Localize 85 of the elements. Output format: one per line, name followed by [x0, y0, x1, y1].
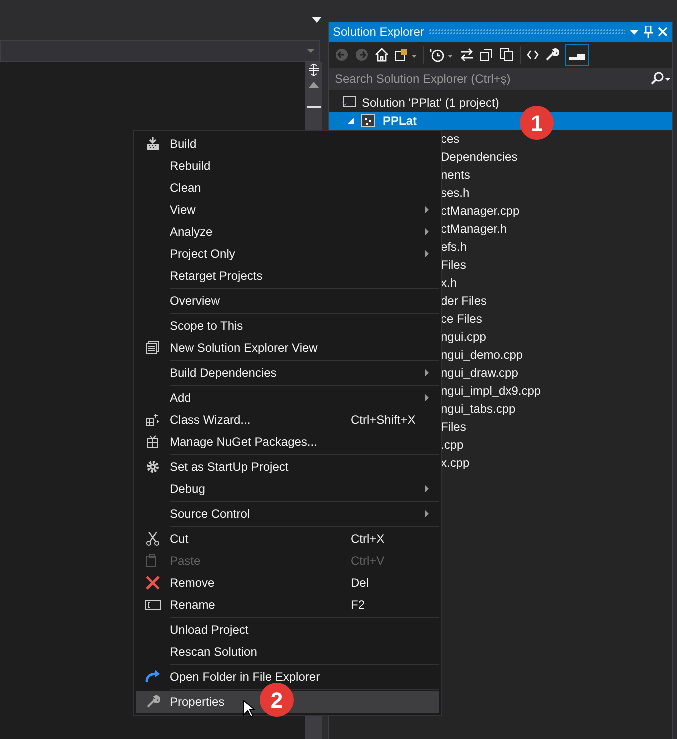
- menu-item[interactable]: Manage NuGet Packages...: [136, 431, 439, 453]
- tree-item[interactable]: ngui_tabs.cpp: [441, 400, 516, 418]
- mouse-cursor-icon: [243, 700, 255, 718]
- tree-item[interactable]: Files: [441, 418, 466, 436]
- menu-item[interactable]: Retarget Projects: [136, 265, 439, 287]
- scroll-up-icon[interactable]: [308, 82, 318, 88]
- menu-item[interactable]: Overview: [136, 290, 439, 312]
- tree-item[interactable]: .cpp: [441, 436, 464, 454]
- history-clock-icon[interactable]: [430, 48, 454, 62]
- menu-item[interactable]: Clean: [136, 177, 439, 199]
- menu-item[interactable]: Remove Del: [136, 572, 439, 594]
- menu-item[interactable]: New Solution Explorer View: [136, 337, 439, 359]
- tree-item[interactable]: ngui_draw.cpp: [441, 364, 518, 382]
- gear-icon: [146, 460, 160, 474]
- class-wizard-icon: [146, 413, 160, 427]
- tree-item[interactable]: efs.h: [441, 238, 468, 256]
- menu-item[interactable]: Add: [136, 387, 439, 409]
- search-box[interactable]: Search Solution Explorer (Ctrl+ş): [329, 68, 672, 90]
- submenu-arrow-icon: [425, 228, 429, 236]
- menu-item[interactable]: Project Only: [136, 243, 439, 265]
- show-all-files-icon[interactable]: [500, 48, 514, 62]
- menu-item[interactable]: Debug: [136, 478, 439, 500]
- wrench-icon[interactable]: [545, 48, 559, 62]
- submenu-arrow-icon: [425, 484, 429, 493]
- menu-item[interactable]: Build Dependencies: [136, 362, 439, 384]
- dropdown-caret-icon[interactable]: [312, 17, 322, 23]
- tree-item[interactable]: Dependencies: [441, 148, 518, 166]
- menu-item[interactable]: Cut Ctrl+X: [136, 528, 439, 550]
- tree-item[interactable]: ses.h: [441, 184, 470, 202]
- preview-toggle[interactable]: [565, 44, 589, 66]
- tree-item[interactable]: x.h: [441, 274, 458, 292]
- tree-item[interactable]: nents: [441, 166, 470, 184]
- curved-arrow-icon: [145, 670, 161, 684]
- tree-item[interactable]: ctManager.cpp: [441, 202, 520, 220]
- shortcut-label: Ctrl+Shift+X: [351, 413, 416, 427]
- window-list-icon: [146, 341, 160, 355]
- switch-views-icon[interactable]: [395, 48, 417, 62]
- search-field[interactable]: Search Solution Explorer (Ctrl+ş): [329, 70, 650, 88]
- tree-item[interactable]: der Files: [441, 292, 488, 310]
- rename-icon: [145, 599, 161, 611]
- tree-item[interactable]: x.cpp: [441, 454, 470, 472]
- tree-item[interactable]: ctManager.h: [441, 220, 508, 238]
- submenu-arrow-icon: [425, 368, 429, 377]
- menu-item[interactable]: Source Control: [136, 503, 439, 525]
- menu-item[interactable]: View: [136, 199, 439, 221]
- code-icon[interactable]: [527, 50, 539, 60]
- shortcut-label: F2: [351, 598, 366, 612]
- panel-title: Solution Explorer: [333, 24, 424, 41]
- tree-item[interactable]: ngui_demo.cpp: [441, 346, 524, 364]
- tree-item[interactable]: Files: [441, 256, 466, 274]
- solution-icon: [341, 96, 357, 110]
- close-icon[interactable]: [658, 27, 668, 37]
- shortcut-label: Ctrl+X: [351, 532, 385, 546]
- scissors-icon: [146, 532, 160, 546]
- delete-x-icon: [146, 576, 160, 590]
- menu-item[interactable]: Rename F2: [136, 594, 439, 616]
- wrench-icon: [146, 695, 160, 709]
- menu-item[interactable]: Scope to This: [136, 315, 439, 337]
- home-icon[interactable]: [375, 48, 389, 62]
- sync-arrows-icon[interactable]: [460, 48, 474, 62]
- package-icon: [146, 435, 160, 449]
- splitter-icon[interactable]: [308, 64, 320, 76]
- submenu-arrow-icon: [425, 510, 429, 518]
- tree-item[interactable]: ngui_impl_dx9.cpp: [441, 382, 542, 400]
- shortcut-label: Del: [351, 576, 370, 590]
- menu-item[interactable]: Build: [136, 133, 439, 155]
- submenu-arrow-icon: [425, 394, 429, 402]
- submenu-arrow-icon: [425, 250, 429, 258]
- project-icon: [361, 114, 377, 128]
- menu-item[interactable]: Rescan Solution: [136, 641, 439, 663]
- menu-item[interactable]: Analyze: [136, 221, 439, 243]
- caret-icon: [307, 49, 315, 53]
- scroll-thumb[interactable]: [306, 106, 320, 108]
- pin-icon[interactable]: [644, 26, 653, 38]
- tree-item[interactable]: ngui.cpp: [441, 328, 486, 346]
- build-icon: [146, 137, 160, 151]
- menu-item[interactable]: Class Wizard... Ctrl+Shift+X: [136, 409, 439, 431]
- search-icon[interactable]: [650, 72, 672, 86]
- menu-item[interactable]: Unload Project: [136, 619, 439, 641]
- collapse-all-icon[interactable]: [480, 48, 494, 62]
- submenu-arrow-icon: [425, 206, 429, 214]
- menu-item[interactable]: Set as StartUp Project: [136, 456, 439, 478]
- menu-item[interactable]: Rebuild: [136, 155, 439, 177]
- shortcut-label: Ctrl+V: [351, 554, 385, 568]
- tree-item[interactable]: ces: [441, 130, 460, 148]
